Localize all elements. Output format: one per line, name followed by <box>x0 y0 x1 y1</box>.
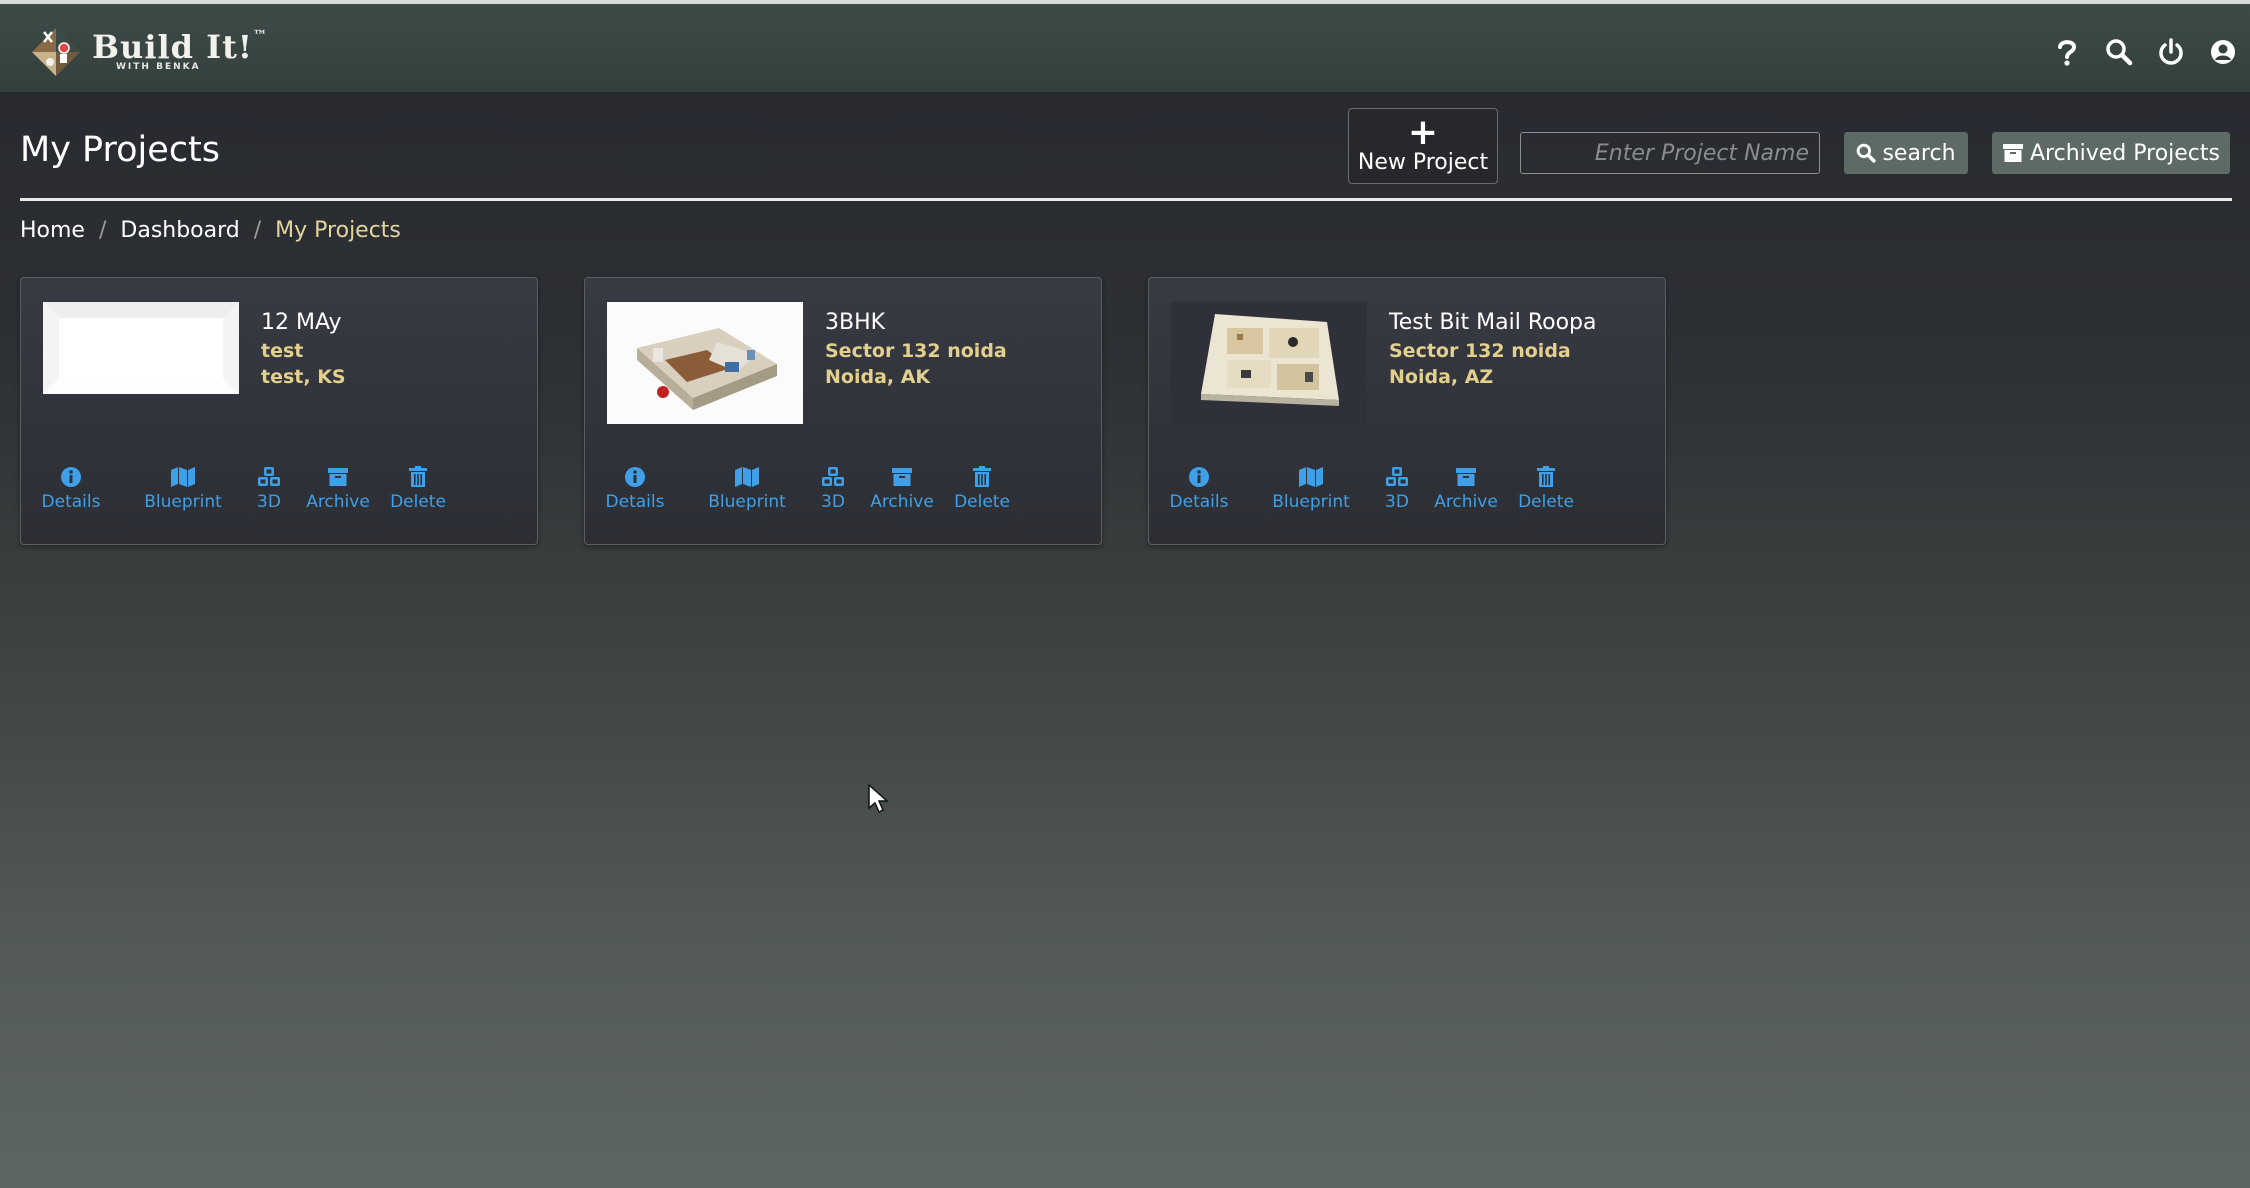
3d-button[interactable]: 3D <box>813 464 853 512</box>
project-thumbnail[interactable] <box>607 302 803 424</box>
archive-label: Archive <box>1434 492 1498 512</box>
archive-button[interactable]: Archive <box>303 464 373 512</box>
map-icon <box>1299 467 1323 487</box>
delete-label: Delete <box>1518 492 1574 512</box>
archived-projects-button[interactable]: Archived Projects <box>1992 132 2230 174</box>
project-city-state: Noida, AK <box>825 366 931 388</box>
project-address: test <box>261 340 304 362</box>
breadcrumb-home[interactable]: Home <box>20 218 85 243</box>
delete-button[interactable]: Delete <box>1511 464 1581 512</box>
search-icon <box>1857 143 1877 163</box>
top-navbar: Build It!™ WITH BENKA <box>0 4 2250 92</box>
blueprint-label: Blueprint <box>144 492 222 512</box>
breadcrumb-separator: / <box>253 218 262 243</box>
project-card: 3BHK Sector 132 noida Noida, AK Details … <box>584 277 1102 545</box>
logo-diamond-icon <box>32 28 80 76</box>
project-address: Sector 132 noida <box>1389 340 1571 362</box>
search-icon[interactable] <box>2104 37 2134 67</box>
project-name[interactable]: 12 MAy <box>261 310 342 335</box>
trash-icon <box>1537 466 1555 487</box>
logo-subtitle: WITH BENKA <box>116 62 201 72</box>
delete-label: Delete <box>954 492 1010 512</box>
details-button[interactable]: Details <box>41 464 101 512</box>
archive-icon <box>328 468 348 486</box>
blueprint-label: Blueprint <box>1272 492 1350 512</box>
project-city-state: test, KS <box>261 366 346 388</box>
details-label: Details <box>41 492 101 512</box>
logo-text: Build It!™ <box>92 28 268 66</box>
blueprint-button[interactable]: Blueprint <box>143 464 223 512</box>
project-address: Sector 132 noida <box>825 340 1007 362</box>
header-divider <box>20 198 2232 201</box>
search-button[interactable]: search <box>1844 132 1968 174</box>
map-icon <box>735 467 759 487</box>
info-icon <box>625 467 645 487</box>
details-label: Details <box>605 492 665 512</box>
project-name[interactable]: Test Bit Mail Roopa <box>1389 310 1597 335</box>
blueprint-label: Blueprint <box>708 492 786 512</box>
page-title: My Projects <box>20 130 221 170</box>
plus-icon: + <box>1407 111 1439 153</box>
help-icon[interactable] <box>2052 37 2082 67</box>
project-city-state: Noida, AZ <box>1389 366 1494 388</box>
breadcrumb-dashboard[interactable]: Dashboard <box>120 218 239 243</box>
info-icon <box>61 467 81 487</box>
3d-label: 3D <box>257 492 281 512</box>
delete-button[interactable]: Delete <box>947 464 1017 512</box>
search-button-label: search <box>1882 140 1956 166</box>
trash-icon <box>973 466 991 487</box>
cubes-icon <box>258 467 280 486</box>
mouse-cursor-icon <box>868 783 889 818</box>
archive-label: Archive <box>870 492 934 512</box>
project-card: Test Bit Mail Roopa Sector 132 noida Noi… <box>1148 277 1666 545</box>
project-thumbnail[interactable] <box>1171 302 1367 424</box>
3d-button[interactable]: 3D <box>1377 464 1417 512</box>
archive-button[interactable]: Archive <box>1431 464 1501 512</box>
project-name[interactable]: 3BHK <box>825 310 885 335</box>
archive-icon <box>892 468 912 486</box>
project-thumbnail[interactable] <box>43 302 239 424</box>
new-project-label: New Project <box>1357 149 1489 175</box>
project-card: 12 MAy test test, KS Details Blueprint 3… <box>20 277 538 545</box>
user-icon[interactable] <box>2208 37 2238 67</box>
trash-icon <box>409 466 427 487</box>
breadcrumb: Home / Dashboard / My Projects <box>20 218 401 243</box>
power-icon[interactable] <box>2156 37 2186 67</box>
3d-label: 3D <box>821 492 845 512</box>
blueprint-button[interactable]: Blueprint <box>707 464 787 512</box>
map-icon <box>171 467 195 487</box>
blueprint-button[interactable]: Blueprint <box>1271 464 1351 512</box>
breadcrumb-current: My Projects <box>275 218 401 243</box>
archive-icon <box>2002 144 2023 162</box>
3d-label: 3D <box>1385 492 1409 512</box>
delete-label: Delete <box>390 492 446 512</box>
archive-icon <box>1456 468 1476 486</box>
nav-icon-group <box>2052 32 2238 72</box>
archive-button[interactable]: Archive <box>867 464 937 512</box>
project-search-input[interactable] <box>1520 132 1820 174</box>
archive-label: Archive <box>306 492 370 512</box>
info-icon <box>1189 467 1209 487</box>
details-button[interactable]: Details <box>1169 464 1229 512</box>
delete-button[interactable]: Delete <box>383 464 453 512</box>
details-label: Details <box>1169 492 1229 512</box>
cubes-icon <box>822 467 844 486</box>
archived-projects-label: Archived Projects <box>2029 140 2220 166</box>
new-project-button[interactable]: + New Project <box>1348 108 1498 184</box>
details-button[interactable]: Details <box>605 464 665 512</box>
cubes-icon <box>1386 467 1408 486</box>
breadcrumb-separator: / <box>98 218 107 243</box>
3d-button[interactable]: 3D <box>249 464 289 512</box>
app-logo[interactable]: Build It!™ WITH BENKA <box>26 24 267 80</box>
